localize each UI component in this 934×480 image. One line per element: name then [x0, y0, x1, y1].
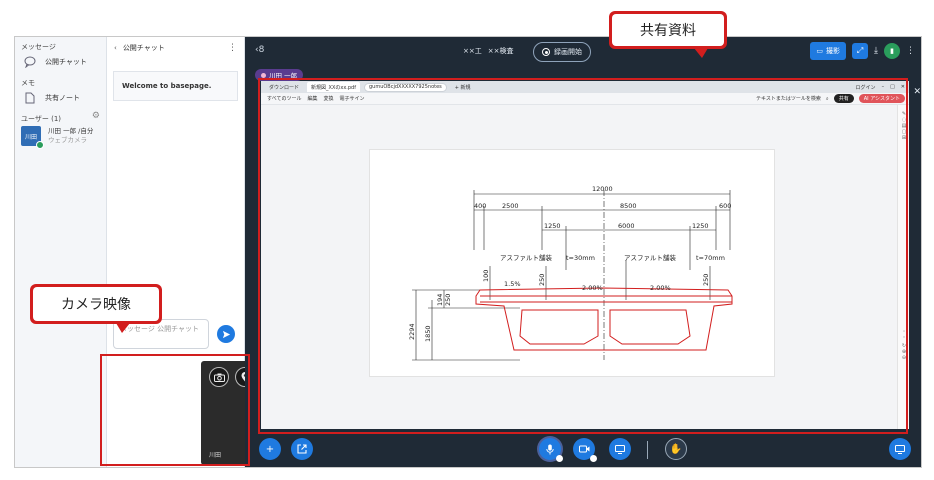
monitor-icon: ▭: [816, 47, 824, 55]
monitor-icon: [895, 444, 905, 454]
callout-tail: [694, 48, 708, 58]
external-link-icon: [297, 444, 307, 454]
video-camera-icon: [578, 445, 589, 453]
meeting-title-b: ××検査: [487, 47, 514, 55]
shared-material-callout: 共有資料: [609, 11, 727, 49]
back-chevron-icon[interactable]: ‹: [114, 44, 117, 52]
record-start-button[interactable]: 録画開始: [533, 42, 591, 62]
sidebar-item-shared-note[interactable]: 共有ノート: [15, 87, 106, 109]
more-options-icon[interactable]: ⋮: [228, 43, 237, 53]
camera-dropdown[interactable]: [590, 455, 597, 462]
screen-share-button[interactable]: ▭ 撮影: [810, 42, 847, 60]
hand-icon: ✋: [669, 443, 683, 455]
sidebar-item-public-chat[interactable]: 公開チャット: [15, 51, 106, 73]
mic-dropdown[interactable]: [556, 455, 563, 462]
microphone-button[interactable]: [539, 438, 563, 462]
toolbar-divider: [647, 441, 648, 459]
user-list-item[interactable]: 川田 川田 一郎 /自分 ウェブカメラ: [15, 123, 106, 149]
left-sidebar: メッセージ 公開チャット メモ 共有ノート ユーザー (1) ⚙ 川田 川田 一…: [15, 37, 107, 467]
top-toolbar: ‹8 ××工 ××検査 録画開始 ▭ 撮影 ⤢ ⤓ ▮ ⋮: [245, 37, 921, 67]
microphone-icon: [546, 444, 554, 454]
chat-title: 公開チャット: [122, 44, 165, 52]
external-link-button[interactable]: [291, 438, 313, 460]
record-icon: [542, 48, 550, 56]
connection-signal-icon[interactable]: ▮: [884, 43, 900, 59]
camera-video-highlight: [100, 354, 250, 466]
avatar: 川田: [21, 126, 44, 149]
section-messages-heading: メッセージ: [21, 43, 56, 51]
bottom-toolbar: + ✋: [245, 435, 921, 467]
chat-bubble-icon: [23, 55, 37, 69]
welcome-message: Welcome to basepage.: [113, 71, 238, 101]
more-options-icon[interactable]: ⋮: [906, 46, 915, 56]
meeting-title-a: ××工: [463, 47, 482, 55]
screen-share-toggle-button[interactable]: [609, 438, 631, 460]
monitor-icon: [615, 444, 625, 454]
add-button[interactable]: +: [259, 438, 281, 460]
section-users-heading: ユーザー (1): [21, 115, 62, 123]
note-icon: [23, 91, 37, 105]
presenter-dot: [261, 72, 266, 78]
status-dot: [36, 141, 44, 149]
raise-hand-button[interactable]: ✋: [665, 438, 687, 460]
shared-material-highlight: [258, 78, 908, 434]
camera-toggle-button[interactable]: [573, 438, 597, 462]
expand-icon[interactable]: ⤢: [852, 43, 869, 59]
camera-video-callout: カメラ映像: [30, 284, 162, 324]
sidebar-item-label: 公開チャット: [45, 58, 87, 66]
section-memo-heading: メモ: [21, 79, 35, 87]
user-media-status: ウェブカメラ: [48, 136, 87, 144]
send-icon: [222, 330, 230, 338]
sidebar-item-label: 共有ノート: [45, 94, 80, 102]
gear-icon[interactable]: ⚙: [92, 111, 100, 121]
callout-tail: [116, 323, 130, 333]
download-icon[interactable]: ⤓: [874, 46, 878, 56]
user-name: 川田 一郎 /自分: [48, 127, 94, 135]
send-button[interactable]: [217, 325, 235, 343]
leave-meeting-icon[interactable]: ‹8: [255, 45, 264, 55]
shrink-icon[interactable]: ✕: [913, 87, 921, 97]
presentation-view-button[interactable]: [889, 438, 911, 460]
